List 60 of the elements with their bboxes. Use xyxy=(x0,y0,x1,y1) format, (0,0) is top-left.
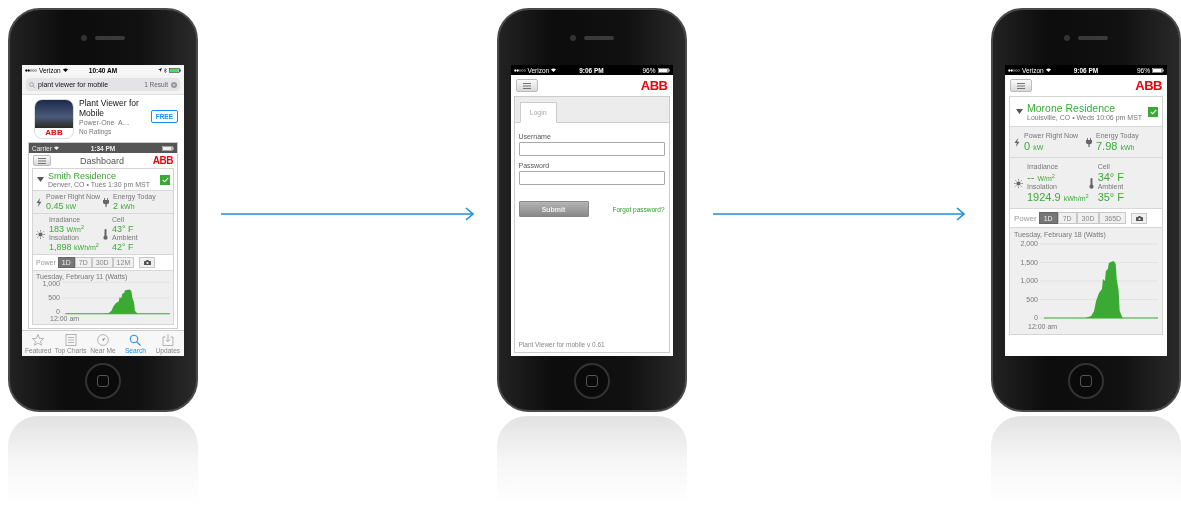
screen-title: Dashboard xyxy=(79,155,124,166)
compass-icon xyxy=(97,333,109,346)
input-field[interactable] xyxy=(518,171,665,185)
star-icon xyxy=(32,333,45,346)
battery-icon xyxy=(1152,67,1164,73)
search-icon xyxy=(29,81,35,88)
battery-icon xyxy=(657,67,670,73)
menu-icon xyxy=(522,82,531,89)
battery-icon xyxy=(162,145,174,151)
abb-logo: ABB xyxy=(152,155,173,166)
thermometer-icon xyxy=(103,228,108,240)
bluetooth-icon xyxy=(164,67,167,73)
caret-icon[interactable] xyxy=(37,177,44,182)
list-icon xyxy=(64,333,77,346)
caret-icon[interactable] xyxy=(1016,109,1023,114)
sun-icon xyxy=(1014,178,1023,188)
menu-icon xyxy=(38,157,46,164)
plug-icon xyxy=(103,197,109,207)
download-tray-icon xyxy=(161,333,174,346)
metric-value: 34° F xyxy=(1097,171,1125,183)
home-button[interactable] xyxy=(573,363,610,399)
range-label: Power xyxy=(1014,213,1037,223)
signal-icon xyxy=(25,68,37,72)
sun-icon xyxy=(36,229,45,239)
input-field[interactable] xyxy=(518,142,665,156)
site-name: Smith Residence xyxy=(48,171,118,181)
home-button[interactable] xyxy=(85,363,121,399)
metric-value: 43° F xyxy=(112,224,135,234)
site-name: Morone Residence xyxy=(1027,102,1117,114)
home-button[interactable] xyxy=(1068,363,1104,399)
signal-icon xyxy=(1008,68,1020,72)
battery-icon xyxy=(169,67,181,73)
site-checkbox[interactable] xyxy=(160,174,170,185)
lightning-icon xyxy=(1014,137,1020,147)
thermometer-icon xyxy=(1088,177,1094,189)
camera-icon xyxy=(143,260,151,265)
site-checkbox[interactable] xyxy=(1148,106,1158,117)
wifi-icon xyxy=(53,146,59,150)
abb-logo: ABB xyxy=(640,79,668,92)
menu-button[interactable] xyxy=(33,155,51,166)
app-title: Plant Viewer for Mobile xyxy=(79,99,140,118)
signal-icon xyxy=(513,68,526,72)
camera-icon xyxy=(1135,215,1143,221)
plug-icon xyxy=(1086,137,1092,147)
menu-button[interactable] xyxy=(1010,79,1032,92)
search-icon xyxy=(129,333,142,346)
clear-icon[interactable] xyxy=(171,81,177,88)
abb-logo: ABB xyxy=(1135,79,1162,92)
camera-button[interactable] xyxy=(139,257,156,268)
wifi-icon xyxy=(551,68,557,72)
metric-value: 35° F xyxy=(1097,191,1125,203)
lightning-icon xyxy=(36,197,42,207)
camera-button[interactable] xyxy=(1131,212,1148,224)
menu-button[interactable] xyxy=(515,79,538,92)
location-icon xyxy=(158,68,162,72)
metric-value: 42° F xyxy=(112,242,135,252)
wifi-icon xyxy=(62,68,68,72)
wifi-icon xyxy=(1045,68,1051,72)
app-icon[interactable]: ABB xyxy=(34,99,74,139)
menu-icon xyxy=(1017,82,1025,89)
